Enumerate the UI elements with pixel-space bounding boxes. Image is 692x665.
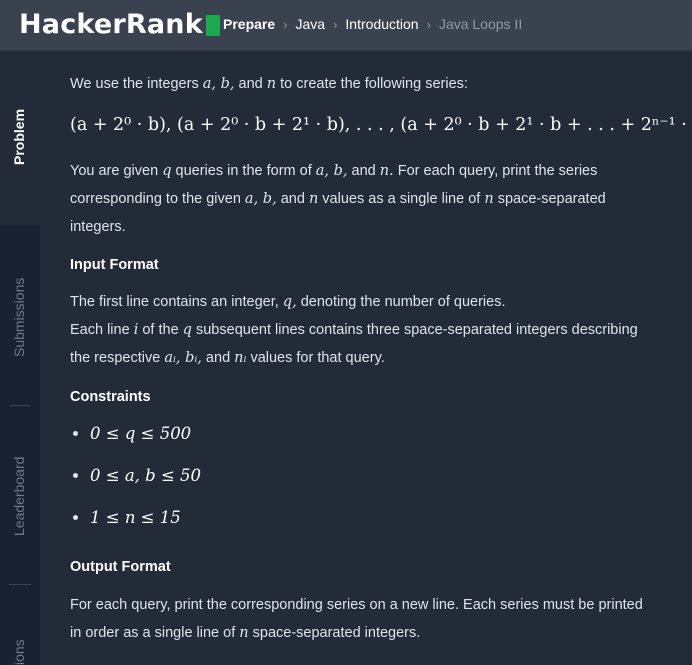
output-format-paragraph: For each query, print the corresponding … — [70, 591, 670, 647]
chevron-right-icon: › — [333, 16, 338, 32]
tab-leaderboard[interactable]: Leaderboard — [0, 406, 40, 584]
breadcrumb-introduction[interactable]: Introduction — [345, 16, 418, 32]
math-var: aᵢ, bᵢ, — [164, 350, 202, 366]
description-paragraph: You are given q queries in the form of a… — [70, 157, 670, 241]
problem-statement-panel: We use the integers a, b, and n to creat… — [40, 51, 692, 665]
math-var: a, b, — [202, 76, 235, 92]
math-var: n — [239, 625, 249, 641]
tab-leaderboard-label: Leaderboard — [11, 456, 27, 536]
input-format-paragraph: The first line contains an integer, q, d… — [70, 288, 670, 372]
math-var: a, b, — [315, 163, 348, 179]
hackerrank-logo[interactable]: HackerRank — [19, 9, 220, 40]
tab-problem-label: Problem — [11, 108, 27, 165]
constraint-item: 0 ≤ q ≤ 500 — [73, 424, 191, 443]
sidebar: Problem Submissions Leaderboard ions — [0, 51, 40, 665]
input-line: the respective aᵢ, bᵢ, and nᵢ values for… — [70, 344, 670, 372]
chevron-right-icon: › — [283, 16, 288, 32]
math-var: q, — [282, 294, 297, 310]
output-line: in order as a single line of n space-sep… — [70, 619, 670, 647]
logo-text: HackerRank — [19, 9, 203, 40]
input-text: The first line contains an integer, — [70, 294, 283, 310]
output-line: For each query, print the corresponding … — [70, 597, 643, 613]
output-format-heading: Output Format — [70, 559, 171, 575]
input-text: of the — [138, 322, 183, 338]
breadcrumb-current-page: Java Loops II — [438, 16, 523, 32]
input-text: denoting the number of queries. — [296, 294, 506, 310]
constraints-heading: Constraints — [70, 389, 151, 405]
constraint-text: 0 ≤ a, b ≤ 50 — [90, 466, 202, 485]
tab-discussions[interactable]: ions — [0, 585, 40, 665]
input-line: The first line contains an integer, q, d… — [70, 288, 670, 316]
math-var: a, b, — [244, 191, 277, 207]
math-var: nᵢ — [234, 350, 247, 366]
math-var: q — [182, 322, 192, 338]
breadcrumb: Prepare › Java › Introduction › Java Loo… — [223, 16, 522, 32]
math-var: n. — [379, 163, 394, 179]
desc-text: You are given — [70, 163, 163, 179]
intro-text: to create the following series: — [276, 76, 468, 92]
tab-problem[interactable]: Problem — [0, 51, 40, 225]
intro-text: and — [234, 76, 267, 92]
series-formula: (a + 2⁰ · b), (a + 2⁰ · b + 2¹ · b), . .… — [70, 115, 692, 135]
desc-text: values as a single line of — [318, 191, 485, 207]
top-navbar: HackerRank Prepare › Java › Introduction… — [0, 0, 692, 51]
tab-discussions-label: ions — [11, 639, 27, 665]
desc-text: and — [347, 163, 380, 179]
bullet-dot-icon — [73, 515, 78, 520]
breadcrumb-prepare[interactable]: Prepare — [223, 16, 275, 32]
chevron-right-icon: › — [426, 16, 431, 32]
logo-block-icon — [205, 15, 220, 36]
description-line: You are given q queries in the form of a… — [70, 157, 670, 185]
desc-text: queries in the form of — [171, 163, 316, 179]
output-text: space-separated integers. — [248, 625, 421, 641]
bullet-dot-icon — [73, 473, 78, 478]
tab-submissions[interactable]: Submissions — [0, 225, 40, 405]
math-var: n — [484, 191, 494, 207]
tab-submissions-label: Submissions — [11, 277, 27, 357]
input-line: Each line i of the q subsequent lines co… — [70, 316, 670, 344]
breadcrumb-java[interactable]: Java — [296, 16, 326, 32]
description-line: integers. — [70, 219, 126, 235]
constraint-item: 1 ≤ n ≤ 15 — [73, 508, 181, 527]
constraint-text: 1 ≤ n ≤ 15 — [90, 508, 181, 527]
input-text: the respective — [70, 350, 165, 366]
output-text: in order as a single line of — [70, 625, 240, 641]
input-text: and — [201, 350, 235, 366]
intro-paragraph: We use the integers a, b, and n to creat… — [70, 70, 670, 98]
constraint-item: 0 ≤ a, b ≤ 50 — [73, 466, 201, 485]
input-format-heading: Input Format — [70, 257, 159, 273]
desc-text: For each query, print the series — [393, 163, 598, 179]
desc-text: corresponding to the given — [70, 191, 245, 207]
input-text: subsequent lines contains three space-se… — [191, 322, 638, 338]
math-var: n — [308, 191, 319, 207]
description-line: corresponding to the given a, b, and n v… — [70, 185, 670, 213]
intro-text: We use the integers — [70, 76, 203, 92]
input-text: values for that query. — [246, 350, 385, 366]
math-var: n — [266, 76, 277, 92]
desc-text: and — [276, 191, 309, 207]
constraint-text: 0 ≤ q ≤ 500 — [90, 424, 192, 443]
input-text: Each line — [70, 322, 134, 338]
desc-text: space-separated — [493, 191, 606, 207]
bullet-dot-icon — [73, 431, 78, 436]
